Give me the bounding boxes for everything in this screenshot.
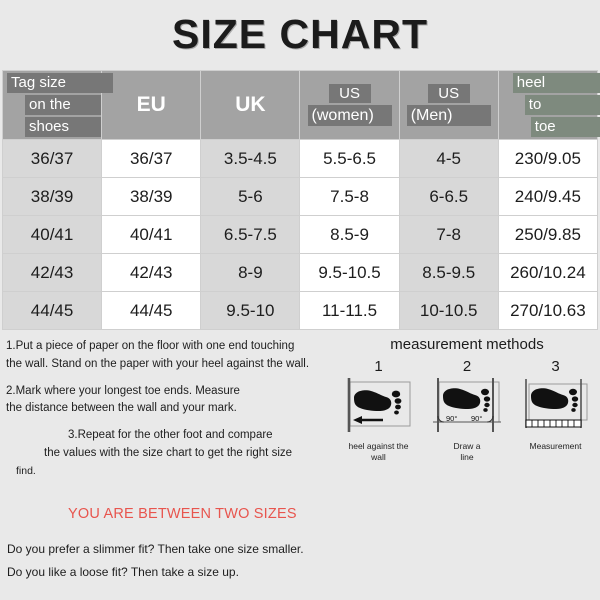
cell-eu: 36/37 xyxy=(101,139,202,178)
header-label-us-men-bottom: (Men) xyxy=(406,105,491,127)
step-1-line-2: the wall. Stand on the paper with your h… xyxy=(6,357,310,370)
measurement-methods: measurement methods 1 heel against the w… xyxy=(338,336,596,464)
header-label-shoes: shoes xyxy=(25,116,101,137)
cell-us-women: 8.5-9 xyxy=(299,215,400,254)
table-header: Tag size on the shoes EU UK US (women) U… xyxy=(1,70,600,140)
table-row: 38/39 38/39 5-6 7.5-8 6-6.5 240/9.45 xyxy=(1,177,599,216)
cell-uk: 3.5-4.5 xyxy=(200,139,301,178)
step-3-line-2: the values with the size chart to get th… xyxy=(44,447,293,460)
step-3-line-1: 3.Repeat for the other foot and compare xyxy=(68,429,273,442)
diagram-1-number: 1 xyxy=(374,358,383,375)
page-header: SIZE CHART xyxy=(0,0,600,58)
measurement-section: 1.Put a piece of paper on the floor with… xyxy=(0,336,600,484)
cell-uk: 8-9 xyxy=(200,253,301,292)
foot-ruler-icon xyxy=(525,379,588,428)
diagram-heel-against-wall: 1 heel against the wall xyxy=(338,359,419,464)
cell-tag-size: 40/41 xyxy=(1,215,103,254)
cell-us-women: 7.5-8 xyxy=(299,177,400,216)
fit-advice-slimmer: Do you prefer a slimmer fit? Then take o… xyxy=(7,542,304,556)
diagram-list: 1 heel against the wall 2 90° 90° Draw a… xyxy=(338,359,596,464)
fit-advice: Do you prefer a slimmer fit? Then take o… xyxy=(0,538,600,584)
instruction-steps: 1.Put a piece of paper on the floor with… xyxy=(6,338,336,488)
table-row: 40/41 40/41 6.5-7.5 8.5-9 7-8 250/9.85 xyxy=(1,215,599,254)
header-label-us-women-bottom: (women) xyxy=(307,105,392,127)
measurement-methods-title: measurement methods xyxy=(390,336,544,353)
step-3-line-3: find. xyxy=(16,464,36,477)
header-label-heel: heel xyxy=(512,73,600,94)
table-header-row: Tag size on the shoes EU UK US (women) U… xyxy=(1,70,600,140)
header-label-on-the: on the xyxy=(25,95,101,115)
step-1-line-1: 1.Put a piece of paper on the floor with… xyxy=(6,340,295,352)
size-chart-table: Tag size on the shoes EU UK US (women) U… xyxy=(1,70,600,330)
table-row: 36/37 36/37 3.5-4.5 5.5-6.5 4-5 230/9.05 xyxy=(1,139,599,178)
cell-heel-to-toe: 230/9.05 xyxy=(497,139,599,178)
table-body: 36/37 36/37 3.5-4.5 5.5-6.5 4-5 230/9.05… xyxy=(1,139,599,330)
column-header-us-men: US (Men) xyxy=(398,70,499,140)
cell-uk: 9.5-10 xyxy=(200,291,301,330)
diagram-3-caption: Measurement xyxy=(529,441,582,451)
diagram-1-caption: heel against the wall xyxy=(348,441,409,463)
diagram-measurement: 3 Measurement xyxy=(515,359,596,464)
table-row: 42/43 42/43 8-9 9.5-10.5 8.5-9.5 260/10.… xyxy=(1,253,599,292)
cell-tag-size: 44/45 xyxy=(1,291,103,330)
between-sizes-section: YOU ARE BETWEEN TWO SIZES Do you prefer … xyxy=(0,506,600,584)
cell-us-women: 5.5-6.5 xyxy=(299,139,400,178)
column-header-tag-size: Tag size on the shoes xyxy=(1,70,113,140)
header-label-us-women-top: US xyxy=(328,83,371,104)
instruction-step-1: 1.Put a piece of paper on the floor with… xyxy=(6,338,336,374)
cell-us-men: 6-6.5 xyxy=(398,177,499,216)
foot-wall-arrow-icon xyxy=(347,378,411,432)
diagram-draw-a-line: 2 90° 90° Draw a line xyxy=(427,359,508,464)
cell-tag-size: 36/37 xyxy=(1,139,103,178)
column-header-uk: UK xyxy=(200,70,301,140)
page-title: SIZE CHART xyxy=(172,11,428,57)
cell-tag-size: 42/43 xyxy=(1,253,103,292)
column-header-us-women: US (women) xyxy=(299,70,400,140)
cell-us-women: 9.5-10.5 xyxy=(299,253,400,292)
diagram-2-number: 2 xyxy=(462,358,472,375)
cell-heel-to-toe: 250/9.85 xyxy=(497,215,599,254)
cell-uk: 5-6 xyxy=(200,177,301,216)
cell-eu: 38/39 xyxy=(101,177,202,216)
instruction-step-2: 2.Mark where your longest toe ends. Meas… xyxy=(6,383,336,419)
step-2-line-2: the distance between the wall and your m… xyxy=(6,402,237,415)
header-label-us-men-top: US xyxy=(427,83,470,104)
ruler-icon xyxy=(525,419,582,428)
cell-eu: 42/43 xyxy=(101,253,202,292)
header-label-tag-size: Tag size xyxy=(7,73,113,94)
cell-us-men: 4-5 xyxy=(398,139,499,178)
header-label-toe: toe xyxy=(530,116,600,137)
angle-label-left: 90° xyxy=(446,414,457,423)
arrow-left-icon xyxy=(353,416,383,424)
between-sizes-heading: YOU ARE BETWEEN TWO SIZES xyxy=(68,506,297,522)
column-header-eu: EU xyxy=(101,70,202,140)
cell-us-men: 10-10.5 xyxy=(398,291,499,330)
cell-tag-size: 38/39 xyxy=(1,177,103,216)
column-header-heel-to-toe: heel to toe xyxy=(497,70,600,140)
foot-two-lines-90-degree-icon: 90° 90° xyxy=(432,378,501,432)
cell-heel-to-toe: 240/9.45 xyxy=(497,177,599,216)
cell-eu: 40/41 xyxy=(101,215,202,254)
cell-heel-to-toe: 260/10.24 xyxy=(497,253,599,292)
diagram-3-number: 3 xyxy=(551,358,560,375)
table-row: 44/45 44/45 9.5-10 11-11.5 10-10.5 270/1… xyxy=(1,291,599,330)
angle-label-right: 90° xyxy=(471,414,482,423)
cell-uk: 6.5-7.5 xyxy=(200,215,301,254)
cell-us-men: 8.5-9.5 xyxy=(398,253,499,292)
header-label-to: to xyxy=(524,95,600,115)
step-2-line-1: 2.Mark where your longest toe ends. Meas… xyxy=(6,384,240,397)
cell-eu: 44/45 xyxy=(101,291,202,330)
fit-advice-loose: Do you like a loose fit? Then take a siz… xyxy=(7,564,239,579)
diagram-2-caption: Draw a line xyxy=(453,441,481,463)
size-table-container: Tag size on the shoes EU UK US (women) U… xyxy=(0,70,600,330)
cell-us-women: 11-11.5 xyxy=(299,291,400,330)
cell-us-men: 7-8 xyxy=(398,215,499,254)
cell-heel-to-toe: 270/10.63 xyxy=(497,291,599,330)
